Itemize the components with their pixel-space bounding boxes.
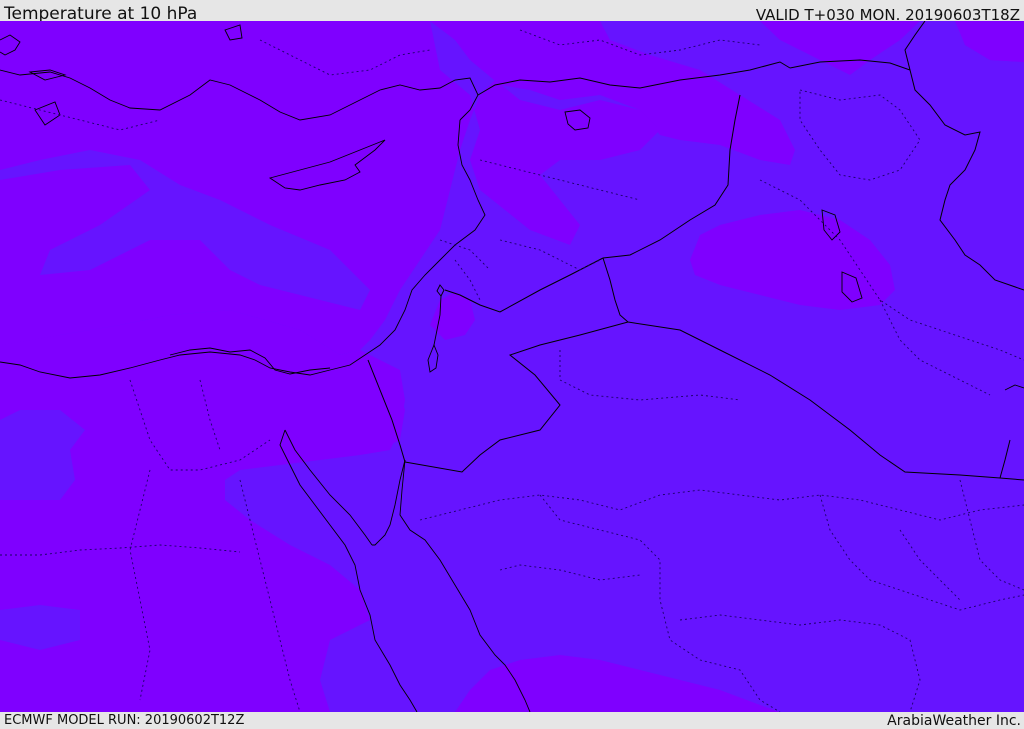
weather-map-page: Temperature at 10 hPa VALID T+030 MON. 2…	[0, 0, 1024, 729]
map-svg	[0, 21, 1024, 712]
header-bar: Temperature at 10 hPa VALID T+030 MON. 2…	[0, 0, 1024, 24]
credit-label: ArabiaWeather Inc.	[887, 713, 1021, 729]
map-canvas	[0, 21, 1024, 712]
model-run-label: ECMWF MODEL RUN: 20190602T12Z	[4, 713, 245, 728]
